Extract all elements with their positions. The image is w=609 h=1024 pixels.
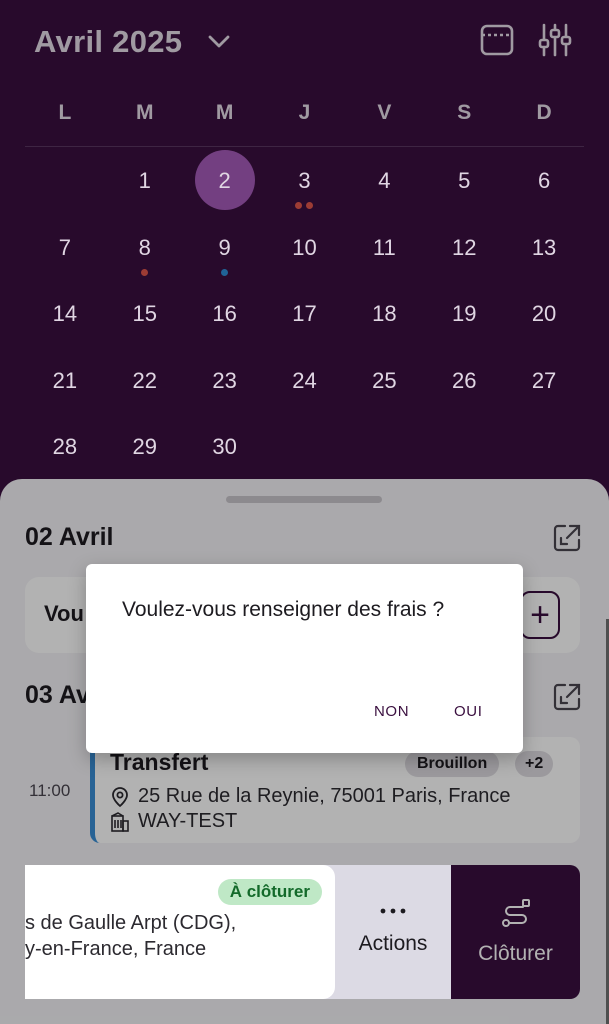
day-number: 16 — [212, 301, 237, 326]
day-number: 1 — [138, 168, 151, 193]
day-number: 18 — [372, 301, 397, 326]
dialog-no-button[interactable]: NON — [374, 703, 409, 720]
day-number: 11 — [372, 234, 396, 260]
day-number: 29 — [132, 434, 158, 459]
event-address-line1: s de Gaulle Arpt (CDG), — [25, 912, 237, 934]
event-address-line2: y-en-France, France — [25, 938, 207, 960]
actions-button[interactable]: Actions — [320, 865, 451, 999]
status-badge-to-close: À clôturer — [217, 879, 322, 905]
day-number: 22 — [132, 367, 158, 393]
event-card-swiped[interactable]: À clôturer s de Gaulle Arpt (CDG), y-en-… — [25, 865, 335, 999]
day-number: 2 — [218, 168, 231, 193]
day-number: 9 — [218, 234, 231, 260]
day-number: 5 — [458, 168, 471, 193]
dialog-yes-button[interactable]: OUI — [454, 703, 482, 720]
day-number: 28 — [52, 434, 78, 459]
day-number: 8 — [138, 234, 151, 260]
day-number: 23 — [212, 367, 237, 393]
day-number: 26 — [451, 367, 477, 393]
day-number: 20 — [531, 301, 557, 326]
day-number: 12 — [451, 234, 477, 260]
day-number: 4 — [378, 168, 391, 193]
day-number: 25 — [372, 367, 397, 393]
day-number: 17 — [292, 301, 317, 326]
day-number: 13 — [531, 234, 557, 260]
day-number: 6 — [537, 168, 551, 193]
dialog-message: Voulez-vous renseigner des frais ? — [122, 598, 445, 621]
day-number: 15 — [132, 301, 158, 326]
day-number: 21 — [52, 367, 78, 393]
day-number: 19 — [451, 301, 477, 326]
more-dots-icon — [380, 908, 406, 914]
day-number: 3 — [298, 168, 311, 193]
day-number: 24 — [292, 367, 317, 393]
day-number: 30 — [212, 434, 237, 459]
expenses-dialog: Voulez-vous renseigner des frais ? NON O… — [86, 564, 523, 753]
day-number: 27 — [531, 367, 557, 393]
day-number: 7 — [58, 234, 72, 260]
day-number: 10 — [292, 234, 317, 260]
day-number: 14 — [52, 301, 78, 326]
actions-label: Actions — [358, 932, 428, 955]
